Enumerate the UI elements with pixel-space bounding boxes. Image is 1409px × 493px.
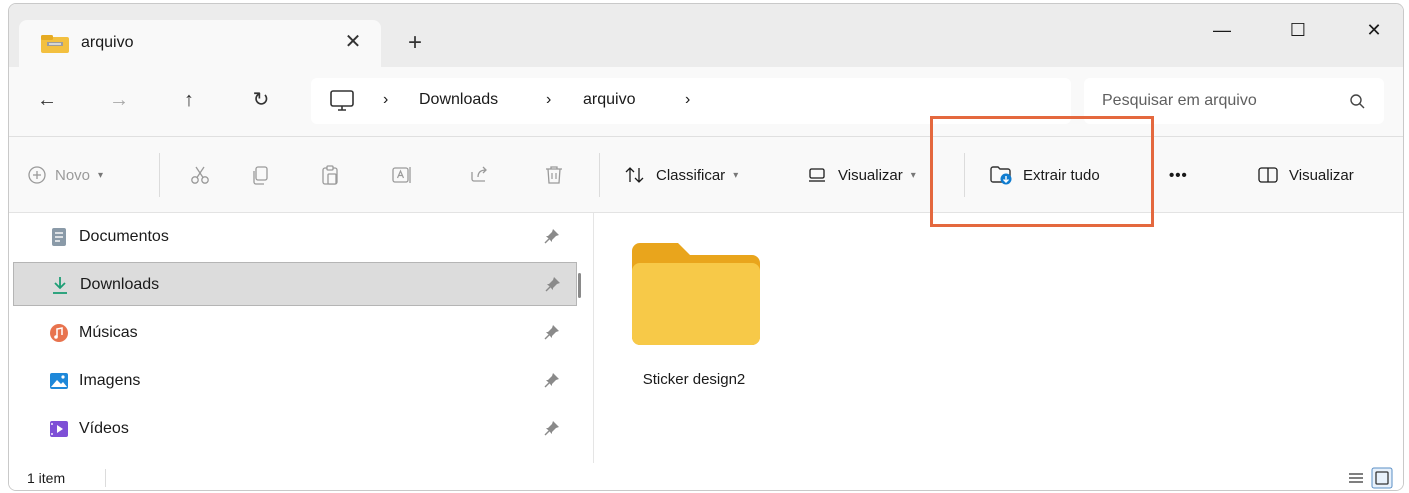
view-button[interactable]: Visualizar ▾ — [806, 163, 916, 187]
details-pane-label: Visualizar — [1289, 166, 1354, 184]
sidebar-item-musicas[interactable]: Músicas — [13, 311, 577, 355]
delete-button[interactable] — [543, 163, 565, 187]
maximize-button[interactable]: ☐ — [1275, 12, 1321, 48]
tab-arquivo[interactable]: arquivo ✕ — [19, 20, 381, 68]
breadcrumb-separator[interactable]: › — [383, 91, 388, 109]
share-button[interactable] — [469, 163, 491, 187]
scissors-icon — [191, 166, 209, 184]
download-icon — [53, 277, 67, 294]
breadcrumb-downloads[interactable]: Downloads — [419, 91, 498, 109]
share-icon — [471, 166, 487, 182]
toolbar-divider — [159, 153, 160, 197]
folder-name: Sticker design2 — [642, 371, 746, 388]
rename-button[interactable] — [391, 163, 413, 187]
minimize-button[interactable]: — — [1199, 12, 1245, 48]
view-layout-icon — [809, 168, 825, 182]
pin-icon[interactable] — [544, 275, 562, 293]
pin-icon[interactable] — [543, 227, 561, 245]
new-button[interactable]: Novo ▾ — [27, 163, 103, 187]
title-bar: arquivo ✕ + — ☐ ✕ — [9, 4, 1403, 68]
up-button[interactable]: ↑ — [172, 83, 206, 117]
sidebar-item-label: Downloads — [80, 276, 160, 293]
back-button[interactable]: ← — [30, 83, 64, 117]
navigation-bar: ← → ↑ ↻ › Downloads › arquivo › Pesquisa… — [9, 67, 1403, 137]
status-bar: 1 item — [9, 463, 1403, 490]
sort-arrows-icon — [625, 167, 644, 183]
new-label: Novo — [55, 166, 91, 184]
breadcrumb-separator[interactable]: › — [685, 91, 690, 109]
sidebar-item-label: Vídeos — [79, 420, 129, 437]
folder-item[interactable]: Sticker design2 — [624, 237, 764, 388]
large-icons-view-icon[interactable] — [1371, 467, 1393, 489]
search-input[interactable]: Pesquisar em arquivo — [1102, 92, 1257, 110]
toolbar-divider — [599, 153, 600, 197]
navigation-pane: Documentos Downloads Músicas Imagens Víd… — [9, 213, 594, 463]
rename-icon — [392, 167, 411, 183]
plus-circle-icon — [28, 166, 46, 184]
status-divider — [105, 469, 106, 487]
details-view-icon[interactable] — [1345, 467, 1367, 489]
close-window-button[interactable]: ✕ — [1351, 12, 1397, 48]
command-bar: Novo ▾ Classificar ▾ Visualizar ▾ Extrai… — [9, 137, 1403, 213]
sort-label: Classificar — [656, 166, 726, 184]
pin-icon[interactable] — [543, 419, 561, 437]
music-icon — [50, 324, 68, 342]
trash-icon — [546, 166, 562, 184]
zip-folder-icon — [41, 35, 69, 53]
chevron-down-icon: ▾ — [733, 169, 739, 181]
copy-icon — [253, 166, 268, 185]
forward-button[interactable]: → — [102, 83, 136, 117]
sidebar-item-downloads[interactable]: Downloads — [13, 262, 577, 306]
sidebar-item-imagens[interactable]: Imagens — [13, 359, 577, 403]
video-icon — [50, 421, 68, 437]
preview-pane-icon — [1258, 167, 1278, 183]
cut-button[interactable] — [189, 163, 211, 187]
highlight-annotation-box — [930, 116, 1154, 227]
sort-button[interactable]: Classificar ▾ — [624, 163, 738, 187]
item-count: 1 item — [27, 470, 66, 486]
more-options-button[interactable]: ••• — [1169, 163, 1188, 187]
breadcrumb-arquivo[interactable]: arquivo — [583, 91, 635, 109]
sidebar-item-label: Imagens — [79, 372, 141, 389]
tab-close-button[interactable]: ✕ — [339, 28, 367, 56]
pin-icon[interactable] — [543, 323, 561, 341]
monitor-icon — [330, 90, 354, 111]
chevron-down-icon: ▾ — [98, 169, 104, 181]
file-list: Sticker design2 — [594, 213, 1403, 463]
details-pane-button[interactable]: Visualizar — [1257, 163, 1354, 187]
new-tab-button[interactable]: + — [401, 29, 429, 57]
sidebar-item-videos[interactable]: Vídeos — [13, 407, 577, 451]
sidebar-item-label: Músicas — [79, 324, 138, 341]
document-icon — [52, 228, 66, 246]
breadcrumb-separator[interactable]: › — [546, 91, 551, 109]
paste-button[interactable] — [319, 163, 341, 187]
refresh-button[interactable]: ↻ — [244, 83, 278, 117]
copy-button[interactable] — [249, 163, 271, 187]
view-label: Visualizar — [838, 166, 903, 184]
search-icon — [1350, 94, 1365, 109]
clipboard-icon — [322, 165, 338, 185]
image-icon — [50, 373, 68, 389]
pin-icon[interactable] — [543, 371, 561, 389]
sidebar-item-documentos[interactable]: Documentos — [13, 215, 577, 259]
sidebar-scrollbar-thumb[interactable] — [578, 273, 581, 298]
file-explorer-window: arquivo ✕ + — ☐ ✕ ← → ↑ ↻ › Downloads › … — [8, 3, 1404, 491]
folder-icon — [632, 243, 760, 345]
chevron-down-icon: ▾ — [910, 169, 916, 181]
sidebar-item-label: Documentos — [79, 228, 169, 245]
tab-title: arquivo — [81, 34, 134, 51]
